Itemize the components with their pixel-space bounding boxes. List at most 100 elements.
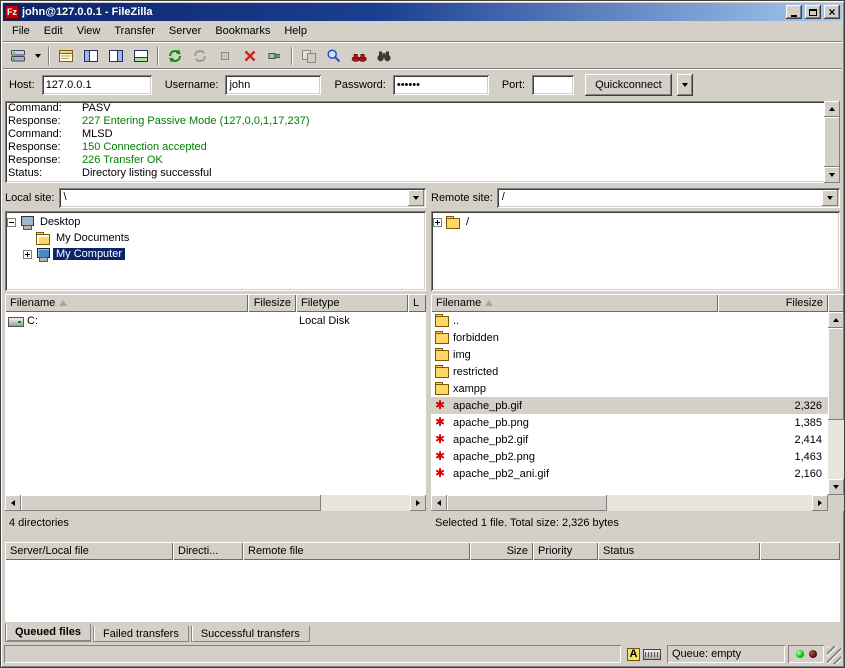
log-line: Response:150 Connection accepted (8, 141, 821, 154)
column-header-remote-file[interactable]: Remote file (243, 542, 470, 560)
log-scrollbar[interactable] (824, 101, 840, 183)
process-queue-button[interactable] (188, 45, 212, 67)
close-button[interactable] (824, 5, 840, 19)
toggle-message-log-button[interactable] (54, 45, 78, 67)
scroll-left-button[interactable] (5, 495, 21, 511)
maximize-button[interactable] (805, 5, 821, 19)
column-header-priority[interactable]: Priority (533, 542, 598, 560)
remote-file-row[interactable]: forbidden (431, 329, 828, 346)
menu-item-view[interactable]: View (70, 22, 108, 40)
scroll-down-button[interactable] (828, 479, 844, 495)
transfer-type-indicator-icon: A (627, 648, 640, 661)
scrollbar-thumb[interactable] (824, 117, 840, 167)
remote-list-body[interactable]: .. forbidden img restricted (431, 312, 828, 495)
scroll-up-button[interactable] (824, 101, 840, 117)
synchronized-browsing-button[interactable] (347, 45, 371, 67)
local-site-combo[interactable]: \ (59, 188, 426, 208)
scrollbar-thumb[interactable] (21, 495, 321, 511)
column-header-status[interactable]: Status (598, 542, 760, 560)
scroll-up-button[interactable] (828, 312, 844, 328)
expand-icon[interactable] (433, 218, 442, 227)
quickconnect-button[interactable]: Quickconnect (585, 74, 672, 96)
remote-file-row[interactable]: img (431, 346, 828, 363)
column-header-direction[interactable]: Directi... (173, 542, 243, 560)
statusbar-indicators: A (624, 645, 664, 663)
abort-button[interactable] (213, 45, 237, 67)
tree-item-desktop[interactable]: Desktop (7, 214, 424, 230)
password-input[interactable] (393, 75, 489, 95)
column-header-size[interactable]: Size (470, 542, 533, 560)
column-header-filesize[interactable]: Filesize (718, 294, 828, 312)
toggle-transfer-queue-button[interactable] (129, 45, 153, 67)
remote-file-row[interactable]: apache_pb.gif 2,326 (431, 397, 828, 414)
quickconnect-bar: Host: Username: Password: Port: Quickcon… (3, 69, 842, 99)
disconnect-button[interactable] (263, 45, 287, 67)
collapse-icon[interactable] (7, 218, 16, 227)
port-input[interactable] (532, 75, 574, 95)
quickconnect-dropdown-button[interactable] (677, 74, 693, 96)
remote-file-row[interactable]: restricted (431, 363, 828, 380)
tree-item-my-computer[interactable]: My Computer (7, 246, 424, 262)
column-header-last-modified[interactable]: L (408, 294, 426, 312)
column-header-filesize[interactable]: Filesize (248, 294, 296, 312)
username-input[interactable] (225, 75, 321, 95)
site-manager-button[interactable] (6, 45, 30, 67)
filename-filters-button[interactable] (322, 45, 346, 67)
broken-image-icon (434, 416, 450, 429)
remote-tree[interactable]: / (431, 211, 840, 291)
menu-item-bookmarks[interactable]: Bookmarks (208, 22, 277, 40)
menu-item-help[interactable]: Help (277, 22, 314, 40)
menu-item-edit[interactable]: Edit (37, 22, 70, 40)
scrollbar-thumb[interactable] (828, 328, 844, 420)
local-site-dropdown-button[interactable] (408, 190, 424, 206)
local-file-row[interactable]: C: Local Disk (5, 312, 426, 329)
tab-successful-transfers[interactable]: Successful transfers (191, 626, 310, 642)
log-line: Response:227 Entering Passive Mode (127,… (8, 115, 821, 128)
toggle-local-tree-button[interactable] (79, 45, 103, 67)
tree-item-root[interactable]: / (433, 214, 838, 230)
column-header-filetype[interactable]: Filetype (296, 294, 408, 312)
column-header-server-local-file[interactable]: Server/Local file (5, 542, 173, 560)
remote-site-dropdown-button[interactable] (822, 190, 838, 206)
menu-item-transfer[interactable]: Transfer (107, 22, 162, 40)
scroll-right-button[interactable] (812, 495, 828, 511)
titlebar[interactable]: Fz john@127.0.0.1 - FileZilla (3, 3, 842, 21)
toggle-remote-tree-button[interactable] (104, 45, 128, 67)
minimize-button[interactable] (786, 5, 802, 19)
remote-file-row[interactable]: apache_pb2_ani.gif 2,160 (431, 465, 828, 482)
scrollbar-thumb[interactable] (447, 495, 607, 511)
remote-file-row[interactable]: .. (431, 312, 828, 329)
local-tree[interactable]: Desktop My Documents My Computer (5, 211, 426, 291)
column-header-filename[interactable]: Filename (431, 294, 718, 312)
column-header-filename[interactable]: Filename (5, 294, 248, 312)
remote-file-row[interactable]: apache_pb2.gif 2,414 (431, 431, 828, 448)
host-input[interactable] (42, 75, 152, 95)
cancel-button[interactable] (238, 45, 262, 67)
scroll-left-button[interactable] (431, 495, 447, 511)
tree-item-my-documents[interactable]: My Documents (7, 230, 424, 246)
local-horizontal-scrollbar[interactable] (5, 495, 426, 511)
resize-grip[interactable] (827, 646, 841, 664)
remote-site-combo[interactable]: / (497, 188, 840, 208)
close-icon (828, 7, 837, 17)
scroll-right-button[interactable] (410, 495, 426, 511)
remote-file-row[interactable]: xampp (431, 380, 828, 397)
remote-horizontal-scrollbar[interactable] (431, 495, 844, 511)
expand-icon[interactable] (23, 250, 32, 259)
refresh-button[interactable] (163, 45, 187, 67)
menu-item-file[interactable]: File (5, 22, 37, 40)
find-files-button[interactable] (372, 45, 396, 67)
scroll-down-button[interactable] (824, 167, 840, 183)
send-led-icon (809, 650, 817, 658)
message-log[interactable]: Command:PASV Response:227 Entering Passi… (5, 101, 840, 183)
remote-file-row[interactable]: apache_pb.png 1,385 (431, 414, 828, 431)
remote-vertical-scrollbar[interactable] (828, 312, 844, 495)
queue-body[interactable] (5, 560, 840, 622)
tab-queued-files[interactable]: Queued files (5, 623, 91, 642)
remote-file-row[interactable]: apache_pb2.png 1,463 (431, 448, 828, 465)
directory-comparison-button[interactable] (297, 45, 321, 67)
tab-failed-transfers[interactable]: Failed transfers (93, 626, 189, 642)
local-list-body[interactable]: C: Local Disk (5, 312, 426, 495)
menu-item-server[interactable]: Server (162, 22, 208, 40)
site-manager-dropdown-button[interactable] (31, 45, 44, 67)
